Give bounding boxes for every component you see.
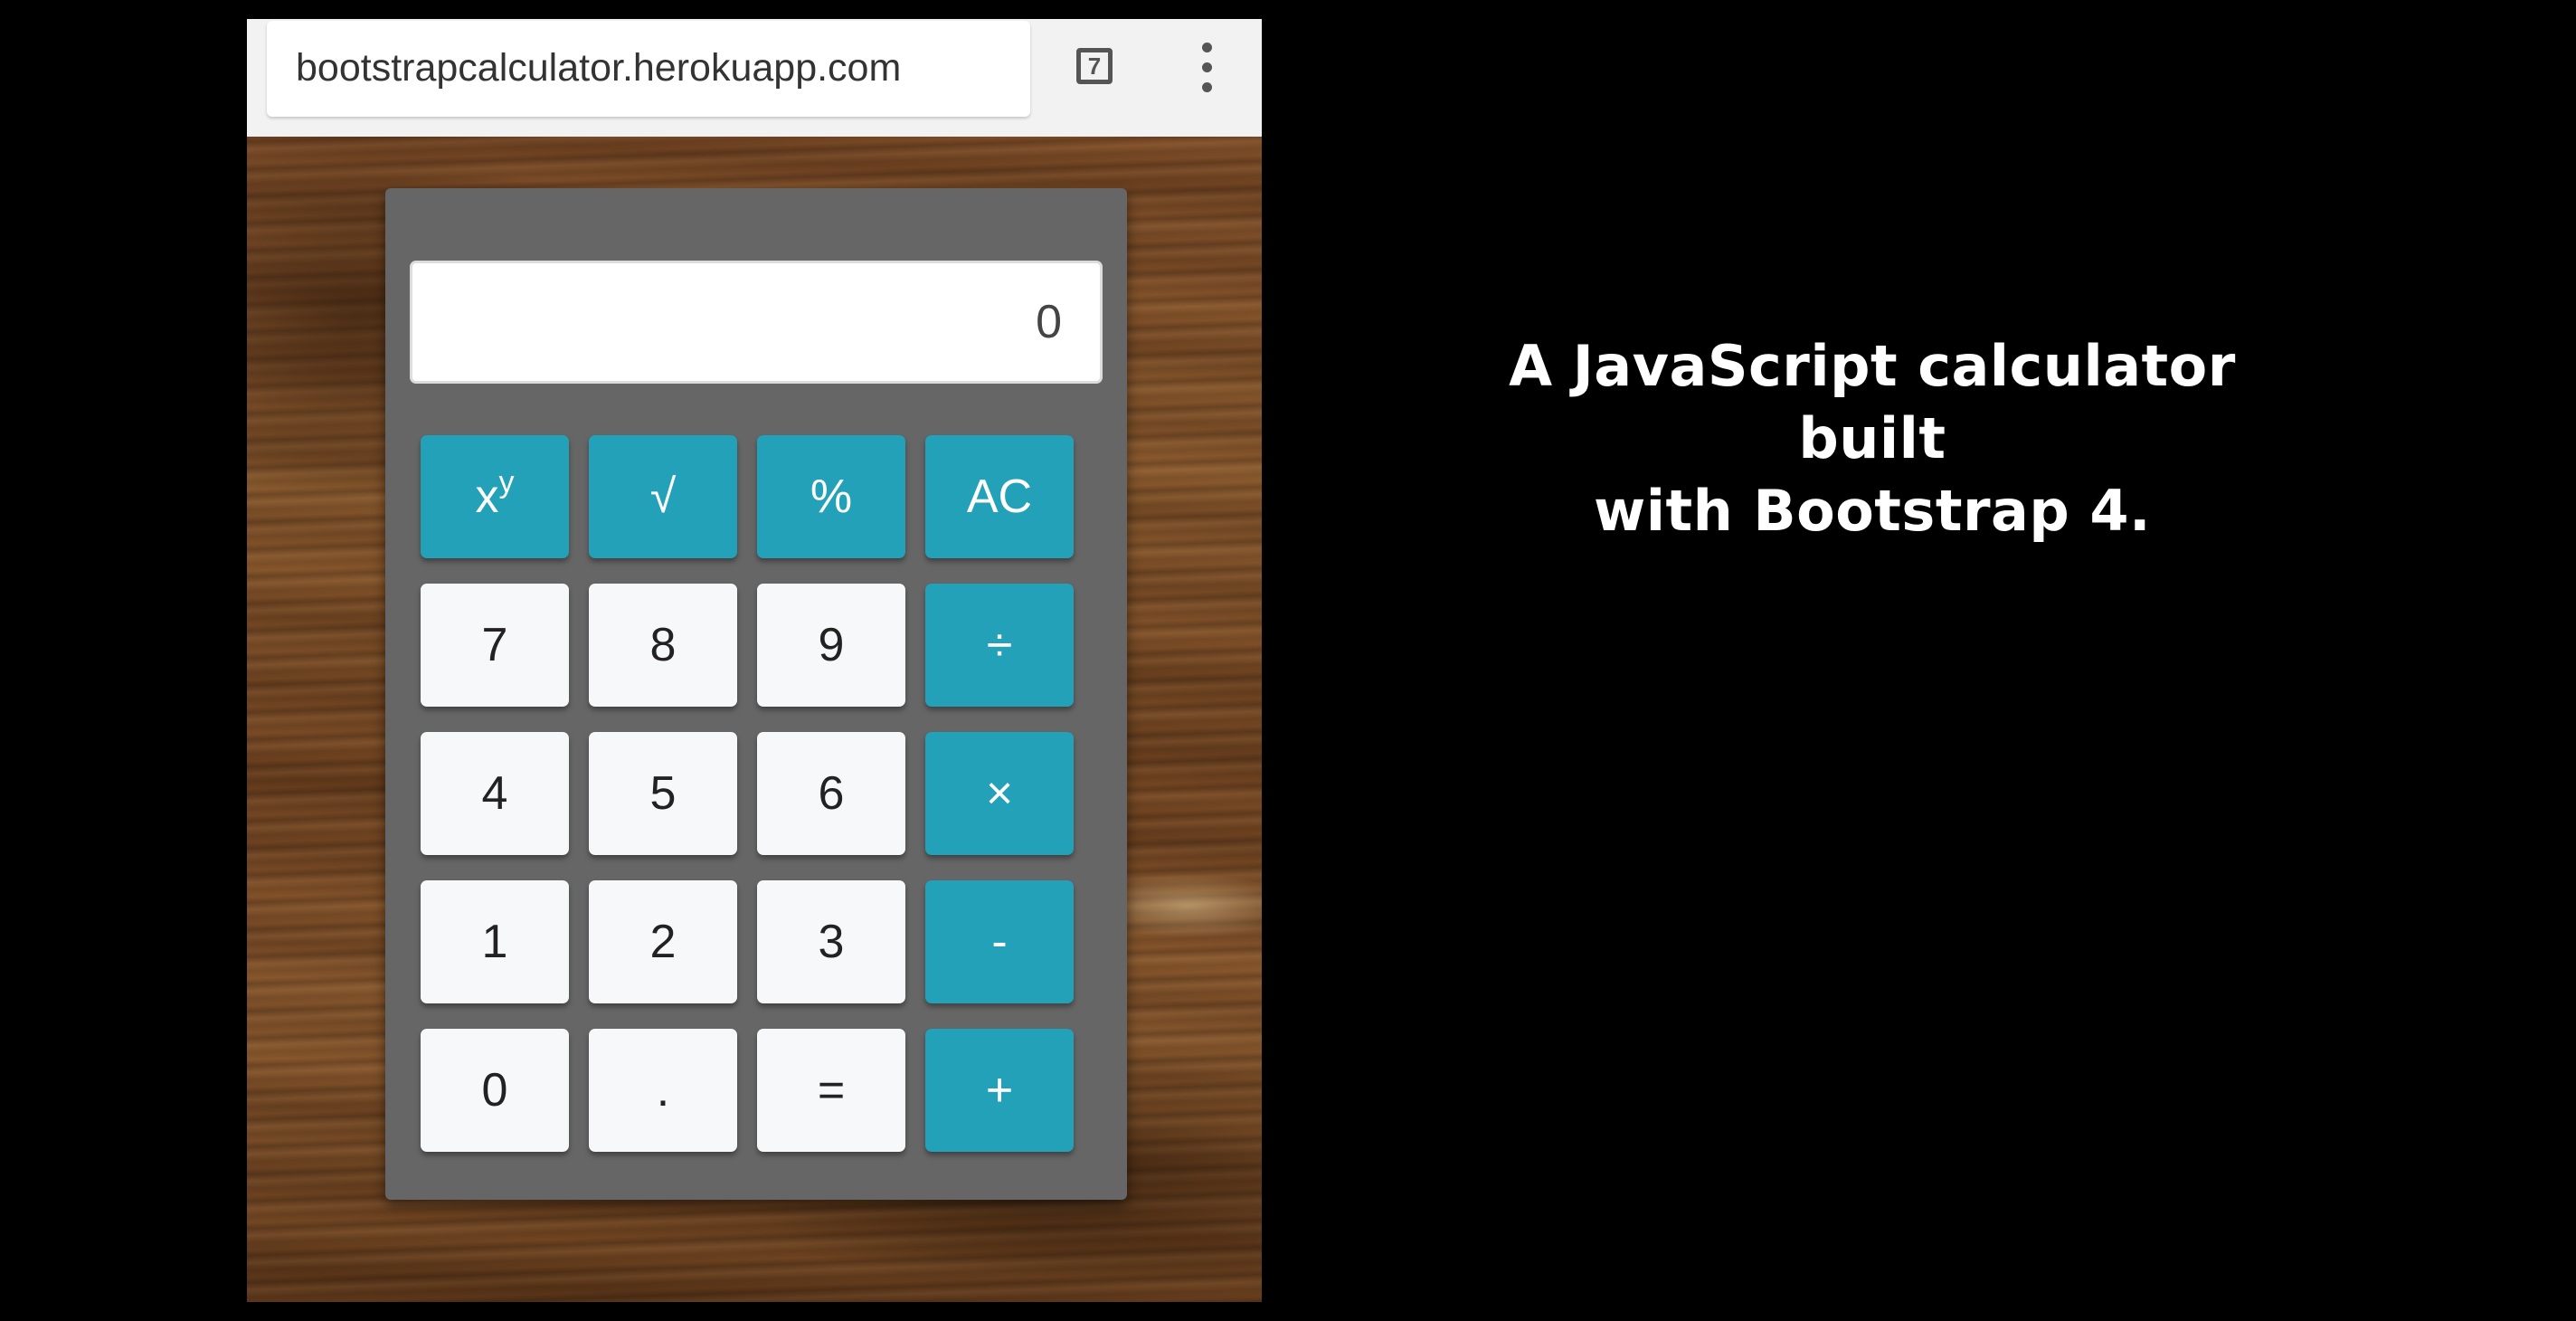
caption-line-1: A JavaScript calculator built xyxy=(1509,333,2236,471)
digit-0-button[interactable]: 0 xyxy=(421,1029,569,1152)
digit-9-button[interactable]: 9 xyxy=(757,584,905,707)
digit-2-button[interactable]: 2 xyxy=(589,880,737,1003)
add-button[interactable]: + xyxy=(925,1029,1074,1152)
digit-1-button[interactable]: 1 xyxy=(421,880,569,1003)
power-button[interactable]: xy xyxy=(421,435,569,558)
digit-8-button[interactable]: 8 xyxy=(589,584,737,707)
clear-button[interactable]: AC xyxy=(925,435,1074,558)
tab-switcher-icon[interactable]: 7 xyxy=(1076,48,1113,84)
digit-7-button[interactable]: 7 xyxy=(421,584,569,707)
digit-5-button[interactable]: 5 xyxy=(589,732,737,855)
divide-button[interactable]: ÷ xyxy=(925,584,1074,707)
caption-line-2: with Bootstrap 4. xyxy=(1593,478,2152,544)
subtract-button[interactable]: - xyxy=(925,880,1074,1003)
address-bar[interactable]: bootstrapcalculator.herokuapp.com xyxy=(267,21,1030,117)
power-base: x xyxy=(475,470,499,523)
multiply-button[interactable]: × xyxy=(925,732,1074,855)
decimal-button[interactable]: . xyxy=(589,1029,737,1152)
percent-button[interactable]: % xyxy=(757,435,905,558)
calculator-display: 0 xyxy=(410,261,1103,384)
phone-screenshot: bootstrapcalculator.herokuapp.com 7 0 xy… xyxy=(247,19,1262,1302)
digit-4-button[interactable]: 4 xyxy=(421,732,569,855)
equals-button[interactable]: = xyxy=(757,1029,905,1152)
power-exponent: y xyxy=(498,465,515,499)
browser-toolbar: bootstrapcalculator.herokuapp.com 7 xyxy=(247,19,1262,137)
more-vert-icon[interactable] xyxy=(1197,43,1218,93)
caption: A JavaScript calculator built with Boots… xyxy=(1447,330,2297,547)
digit-6-button[interactable]: 6 xyxy=(757,732,905,855)
digit-3-button[interactable]: 3 xyxy=(757,880,905,1003)
calculator: 0 xy √ % AC 7 8 9 ÷ 4 5 6 × 1 2 3 - 0 . … xyxy=(385,188,1127,1200)
sqrt-button[interactable]: √ xyxy=(589,435,737,558)
url-text: bootstrapcalculator.herokuapp.com xyxy=(296,46,902,90)
